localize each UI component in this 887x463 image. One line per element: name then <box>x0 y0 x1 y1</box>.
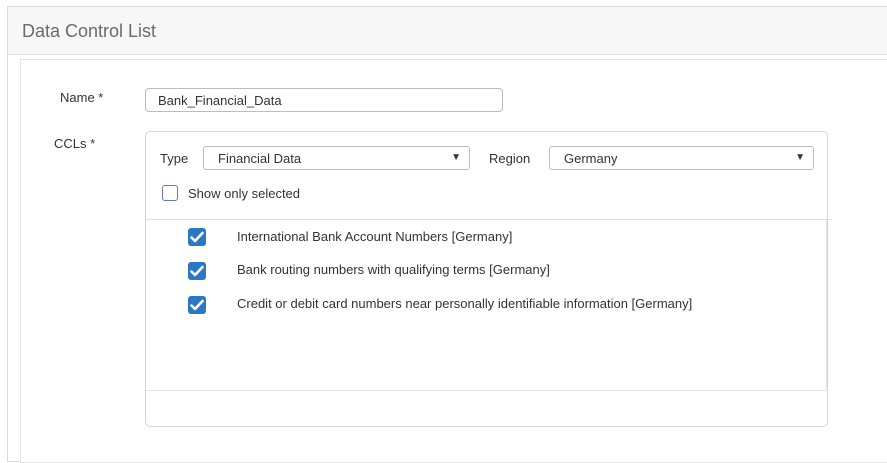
title-bar: Data Control List <box>8 7 887 55</box>
type-label: Type <box>160 151 189 166</box>
region-select-value: Germany <box>564 151 618 166</box>
chevron-down-icon: ▼ <box>451 152 461 163</box>
show-only-selected-label[interactable]: Show only selected <box>188 186 300 201</box>
ccl-item-checkbox[interactable] <box>188 296 206 314</box>
ccl-item-checkbox[interactable] <box>188 262 206 280</box>
checkmark-icon <box>190 231 204 243</box>
checkmark-icon <box>190 299 204 311</box>
list-bottom-border <box>146 390 828 391</box>
ccl-item-checkbox[interactable] <box>188 228 206 246</box>
region-select[interactable]: Germany ▼ <box>549 146 814 170</box>
region-label: Region <box>489 151 531 166</box>
ccl-item-label: International Bank Account Numbers [Germ… <box>237 229 513 244</box>
ccl-item-label: Bank routing numbers with qualifying ter… <box>237 262 550 277</box>
type-select[interactable]: Financial Data ▼ <box>203 146 470 170</box>
name-input[interactable] <box>145 88 503 112</box>
type-select-value: Financial Data <box>218 151 302 166</box>
name-label: Name * <box>60 90 104 105</box>
ccls-label: CCLs * <box>54 136 96 151</box>
checkmark-icon <box>190 265 204 277</box>
chevron-down-icon: ▼ <box>795 152 805 163</box>
show-only-selected-checkbox[interactable] <box>162 185 178 201</box>
dialog-title: Data Control List <box>22 21 157 41</box>
ccl-item-label: Credit or debit card numbers near person… <box>237 296 693 311</box>
